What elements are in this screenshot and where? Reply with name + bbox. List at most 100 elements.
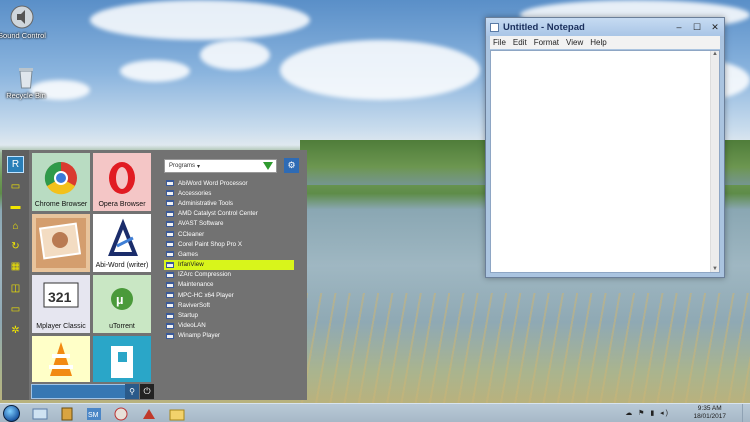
program-item[interactable]: MPC-HC x64 Player <box>164 290 294 300</box>
program-item[interactable]: Corel Paint Shop Pro X <box>164 239 294 249</box>
vertical-scrollbar[interactable]: ▲ ▼ <box>710 51 719 272</box>
power-icon[interactable]: ⏻ <box>140 384 154 399</box>
program-item[interactable]: VideoLAN <box>164 321 294 331</box>
search-input[interactable] <box>31 384 127 399</box>
taskbar-paint-icon[interactable] <box>112 406 130 421</box>
reeds <box>300 293 750 403</box>
window-title: Untitled - Notepad <box>503 21 585 33</box>
show-desktop-button[interactable] <box>742 404 750 422</box>
program-item[interactable]: IZArc Compression <box>164 270 294 280</box>
start-button[interactable] <box>3 405 20 422</box>
program-item[interactable]: CCleaner <box>164 229 294 239</box>
desktop-icon-sound-control[interactable]: Sound Control <box>0 4 52 40</box>
tile-label: Chrome Browser <box>34 201 88 208</box>
vlc-icon <box>49 342 73 376</box>
program-item[interactable]: Winamp Player <box>164 331 294 341</box>
folder-icon <box>166 251 174 258</box>
system-tray-icons[interactable]: ☁ ⚑ ▮ ◂) <box>625 409 670 417</box>
minimize-button[interactable]: – <box>670 22 688 32</box>
programs-dropdown[interactable]: Programs ▾ <box>164 159 277 173</box>
svg-text:321: 321 <box>48 289 72 305</box>
scroll-up-icon[interactable]: ▲ <box>711 51 719 57</box>
clock-time: 9:35 AM <box>697 405 722 412</box>
program-label: AbiWord Word Processor <box>178 179 248 187</box>
folder-icon <box>166 292 174 299</box>
menu-edit[interactable]: Edit <box>513 38 527 47</box>
display-icon[interactable]: ▭ <box>7 301 24 318</box>
folder-icon <box>166 332 174 339</box>
program-label: Winamp Player <box>178 332 220 340</box>
taskbar-sm-icon[interactable]: SM <box>85 406 103 421</box>
program-list: AbiWord Word Processor Accessories Adminis… <box>164 178 294 341</box>
svg-text:µ: µ <box>116 292 124 307</box>
tile-utorrent[interactable]: µ uTorrent <box>93 275 151 333</box>
notepad-menubar: File Edit Format View Help <box>490 36 720 49</box>
desktop-icon-label: Sound Control <box>0 31 46 40</box>
taskbar-folder-icon[interactable] <box>168 406 186 421</box>
tile-opera-browser[interactable]: Opera Browser <box>93 153 151 211</box>
desktop-icon-recycle-bin[interactable]: Recycle Bin <box>0 64 56 100</box>
svg-text:SM: SM <box>88 412 99 419</box>
taskbar-app-icon[interactable] <box>58 406 76 421</box>
folder-icon[interactable]: ▬ <box>7 198 24 215</box>
tile-mplayer-classic[interactable]: 321 Mplayer Classic <box>32 275 90 333</box>
close-button[interactable]: ✕ <box>706 22 724 33</box>
start-logo-button[interactable]: R <box>7 156 24 173</box>
menu-format[interactable]: Format <box>534 38 559 47</box>
cloud <box>280 40 480 100</box>
folder-icon <box>166 231 174 238</box>
folder-icon <box>166 322 174 329</box>
folder-icon <box>166 180 174 187</box>
program-item[interactable]: Administrative Tools <box>164 198 294 208</box>
notepad-window[interactable]: Untitled - Notepad – ☐ ✕ File Edit Forma… <box>485 17 725 278</box>
text-editor-area[interactable]: ▲ ▼ <box>490 50 720 273</box>
taskbar-tool-icon[interactable] <box>140 406 158 421</box>
program-item[interactable]: Startup <box>164 310 294 320</box>
tile-vlc[interactable] <box>32 336 90 382</box>
folder-icon <box>166 261 174 268</box>
program-item[interactable]: AMD Catalyst Control Center <box>164 209 294 219</box>
program-item[interactable]: Accessories <box>164 188 294 198</box>
chart-icon[interactable]: ◫ <box>7 280 24 297</box>
clock[interactable]: 9:35 AM 18/01/2017 <box>693 405 726 421</box>
tile-chrome-browser[interactable]: Chrome Browser <box>32 153 90 211</box>
program-item[interactable]: RaviverSoft <box>164 300 294 310</box>
program-label: MPC-HC x64 Player <box>178 291 234 299</box>
menu-view[interactable]: View <box>566 38 583 47</box>
program-item[interactable]: AVAST Software <box>164 219 294 229</box>
program-label: CCleaner <box>178 230 205 238</box>
speaker-icon <box>9 4 35 30</box>
folder-icon <box>166 210 174 217</box>
chevron-down-icon[interactable] <box>263 162 273 170</box>
refresh-icon[interactable]: ↻ <box>7 238 24 255</box>
program-label: VideoLAN <box>178 322 206 330</box>
network-icon[interactable]: ⌂ <box>7 218 24 235</box>
folder-icon <box>166 220 174 227</box>
scroll-down-icon[interactable]: ▼ <box>711 266 719 272</box>
maximize-button[interactable]: ☐ <box>688 22 706 33</box>
tile-label: Opera Browser <box>98 201 146 208</box>
recycle-bin-icon <box>13 64 39 90</box>
taskbar-explorer-icon[interactable] <box>31 406 49 421</box>
program-item[interactable]: AbiWord Word Processor <box>164 178 294 188</box>
program-label: IZArc Compression <box>178 271 231 279</box>
tile-abiword[interactable]: Abi-Word (writer) <box>93 214 151 272</box>
program-item[interactable]: Games <box>164 249 294 259</box>
gear-icon[interactable]: ⚙ <box>284 158 299 173</box>
notepad-titlebar[interactable]: Untitled - Notepad – ☐ ✕ <box>486 18 724 36</box>
program-item[interactable]: IrfanView <box>164 259 294 270</box>
monitor-icon[interactable]: ▭ <box>7 178 24 195</box>
tile-app-r[interactable] <box>93 336 151 382</box>
tile-photo-app[interactable] <box>32 214 90 272</box>
menu-file[interactable]: File <box>493 38 506 47</box>
settings-gear-icon[interactable]: ✲ <box>7 322 24 339</box>
apps-icon[interactable]: ▦ <box>7 258 24 275</box>
tile-label: uTorrent <box>109 323 135 330</box>
program-label: Maintenance <box>178 281 214 289</box>
program-label: Startup <box>178 312 198 320</box>
dropdown-value: Programs <box>169 163 196 169</box>
menu-help[interactable]: Help <box>590 38 606 47</box>
program-item[interactable]: Maintenance <box>164 280 294 290</box>
search-icon[interactable]: ⚲ <box>125 384 139 399</box>
program-label: AMD Catalyst Control Center <box>178 210 258 218</box>
